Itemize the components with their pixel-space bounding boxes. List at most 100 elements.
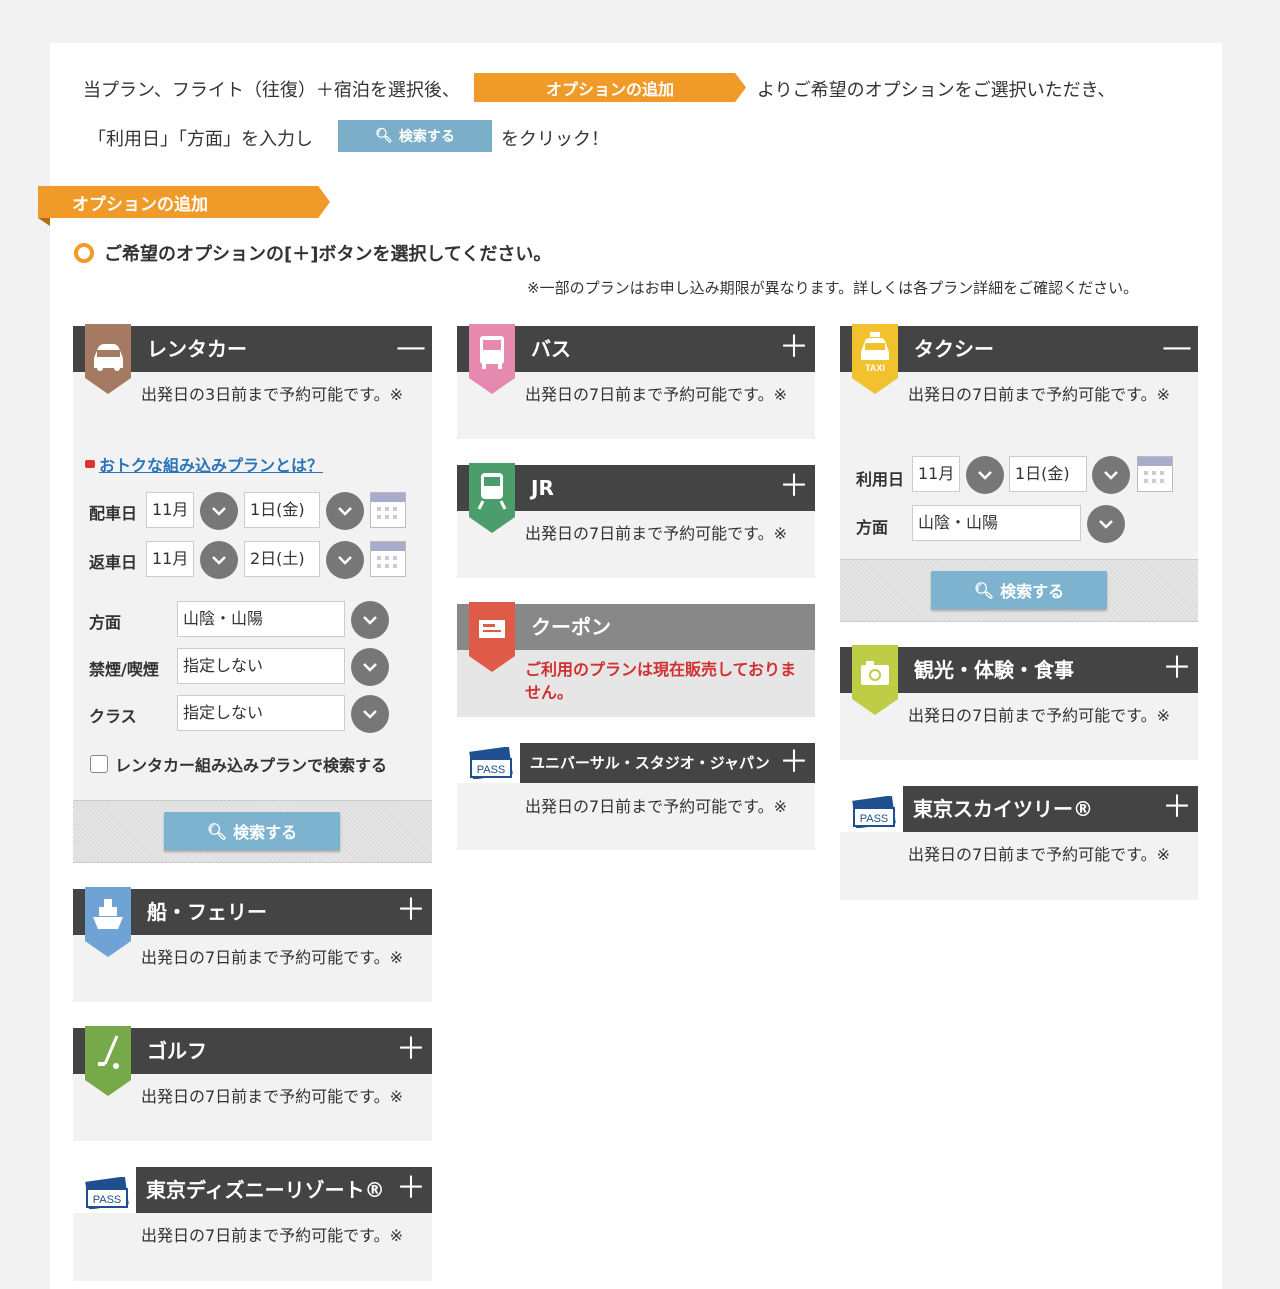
chevron-down-icon[interactable] [1092,456,1130,494]
sightseeing-title: 観光・体験・食事 [914,658,1074,682]
jr-title: JR [531,476,554,500]
expand-icon[interactable]: ＋ [779,326,809,370]
rentacar-search-area: 🔍︎ 検索する [73,800,432,863]
calendar-icon[interactable] [1137,456,1173,492]
taxi-day-select[interactable]: 1日(金) [1009,456,1087,492]
calendar-icon[interactable] [370,541,406,577]
car-mini-icon [85,460,95,468]
collapse-icon[interactable]: — [396,326,426,370]
jr-desc: 出発日の7日前まで予約可能です。※ [525,524,787,543]
bus-icon [469,324,515,394]
disney-title: 東京ディズニーリゾート® [146,1178,385,1202]
car-icon [85,324,131,394]
expand-icon[interactable]: ＋ [1162,647,1192,691]
inline-search-sample: 🔍︎ 検索する [338,120,492,152]
area-label: 方面 [89,613,122,632]
return-day-select[interactable]: 2日(土) [244,541,320,577]
collapse-icon[interactable]: — [1162,326,1192,370]
search-icon: 🔍︎ [206,821,228,841]
taxi-title: タクシー [914,337,994,361]
note: ※一部のプランはお申し込み期限が異なります。詳しくは各プラン詳細をご確認ください… [527,279,1139,297]
class-label: クラス [89,707,137,726]
taxi-search-button[interactable]: 🔍︎ 検索する [931,571,1107,609]
pickup-day-select[interactable]: 1日(金) [244,492,320,528]
svg-text:TAXI: TAXI [865,363,885,373]
chevron-down-icon[interactable] [200,492,238,530]
usj-title: ユニバーサル・スタジオ・ジャパン [530,754,770,772]
area-select[interactable]: 山陰・山陽 [177,601,345,637]
rentacar-panel: レンタカー — 出発日の3日前まで予約可能です。※ おトクな組み込みプランとは？… [73,324,432,863]
disney-header[interactable]: 東京ディズニーリゾート® ＋ [136,1167,432,1213]
skytree-desc: 出発日の7日前まで予約可能です。※ [908,845,1170,864]
section-title: オプションの追加 [38,186,330,218]
ferry-desc: 出発日の7日前まで予約可能です。※ [141,948,403,967]
chevron-down-icon[interactable] [326,541,364,579]
bus-panel: バス ＋ 出発日の7日前まで予約可能です。※ [457,324,815,439]
pickup-month-select[interactable]: 11月 [146,492,194,528]
chevron-down-icon[interactable] [200,541,238,579]
expand-icon[interactable]: ＋ [396,1167,426,1211]
taxi-area-select[interactable]: 山陰・山陽 [912,505,1081,541]
golf-desc: 出発日の7日前まで予約可能です。※ [141,1087,403,1106]
golf-panel: ゴルフ ＋ 出発日の7日前まで予約可能です。※ [73,1026,432,1141]
expand-icon[interactable]: ＋ [1162,786,1192,830]
smoke-select[interactable]: 指定しない [177,648,345,684]
bundle-checkbox-label: レンタカー組み込みプランで検索する [115,756,388,775]
train-icon [469,463,515,533]
golf-title: ゴルフ [147,1039,207,1063]
chevron-down-icon[interactable] [351,695,389,733]
usj-header[interactable]: ユニバーサル・スタジオ・ジャパン ＋ [520,743,815,783]
bus-title: バス [531,337,571,361]
pickup-label: 配車日 [89,504,138,523]
usj-panel: PASS ユニバーサル・スタジオ・ジャパン ＋ 出発日の7日前まで予約可能です。… [457,743,815,850]
bundle-plan-link[interactable]: おトクな組み込みプランとは？ [99,452,323,476]
expand-icon[interactable]: ＋ [396,889,426,933]
rentacar-title: レンタカー [147,337,247,361]
bundle-checkbox[interactable] [90,755,108,773]
usj-desc: 出発日の7日前まで予約可能です。※ [525,797,787,816]
taxi-icon: TAXI [852,324,898,394]
bus-desc: 出発日の7日前まで予約可能です。※ [525,385,787,404]
chevron-down-icon[interactable] [351,648,389,686]
expand-icon[interactable]: ＋ [779,743,809,783]
chevron-down-icon[interactable] [351,601,389,639]
skytree-title: 東京スカイツリー® [913,797,1093,821]
intro-text-1: 当プラン、フライト（往復）＋宿泊を選択後、 [83,80,460,101]
disney-panel: PASS 東京ディズニーリゾート® ＋ 出発日の7日前まで予約可能です。※ [73,1167,432,1281]
taxi-desc: 出発日の7日前まで予約可能です。※ [908,385,1170,404]
jr-panel: JR ＋ 出発日の7日前まで予約可能です。※ [457,463,815,578]
chevron-down-icon[interactable] [966,456,1004,494]
ferry-panel: 船・フェリー ＋ 出発日の7日前まで予約可能です。※ [73,887,432,1002]
taxi-month-select[interactable]: 11月 [912,456,960,492]
pass-ticket-icon: PASS [469,747,513,779]
search-icon: 🔍︎ [973,580,995,600]
svg-text:PASS: PASS [93,1194,122,1206]
disney-desc: 出発日の7日前まで予約可能です。※ [141,1226,403,1245]
skytree-panel: PASS 東京スカイツリー® ＋ 出発日の7日前まで予約可能です。※ [840,786,1198,900]
taxi-date-label: 利用日 [856,470,905,489]
coupon-title: クーポン [531,615,611,639]
coupon-icon [469,602,515,672]
rentacar-search-button[interactable]: 🔍︎ 検索する [164,812,340,850]
sightseeing-panel: 観光・体験・食事 ＋ 出発日の7日前まで予約可能です。※ [840,645,1198,760]
coupon-panel: クーポン ご利用のプランは現在販売しておりません。 [457,602,815,717]
circle-bullet-icon [74,243,94,263]
svg-text:PASS: PASS [477,764,506,776]
chevron-down-icon[interactable] [1087,505,1125,543]
taxi-search-area: 🔍︎ 検索する [840,559,1198,622]
golf-icon [85,1026,131,1096]
ship-icon [85,887,131,957]
chevron-down-icon[interactable] [326,492,364,530]
expand-icon[interactable]: ＋ [396,1028,426,1072]
calendar-icon[interactable] [370,492,406,528]
expand-icon[interactable]: ＋ [779,465,809,509]
return-month-select[interactable]: 11月 [146,541,194,577]
class-select[interactable]: 指定しない [177,695,345,731]
skytree-header[interactable]: 東京スカイツリー® ＋ [903,786,1198,832]
return-label: 返車日 [89,553,138,572]
taxi-panel: タクシー — TAXI 出発日の7日前まで予約可能です。※ 利用日 11月 1日… [840,324,1198,622]
intro-text-2: よりご希望のオプションをご選択いただき、 [757,80,1116,101]
search-icon: 🔍︎ [375,128,393,144]
camera-icon [852,645,898,715]
rentacar-desc: 出発日の3日前まで予約可能です。※ [141,385,403,404]
